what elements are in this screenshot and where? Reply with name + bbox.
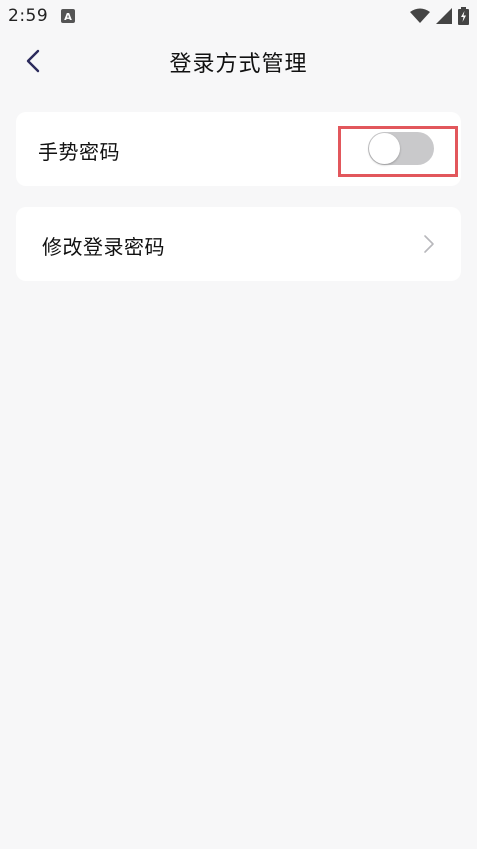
page-title: 登录方式管理 — [169, 52, 308, 77]
change-login-password-label: 修改登录密码 — [42, 235, 165, 259]
battery-charging-icon — [458, 7, 469, 25]
chevron-right-icon — [424, 235, 434, 253]
status-icons — [410, 6, 469, 26]
wifi-icon — [410, 8, 430, 23]
status-bar: 2:59 A — [0, 0, 477, 32]
app-header: 登录方式管理 — [0, 32, 477, 92]
toggle-knob — [369, 133, 400, 164]
gesture-password-label: 手势密码 — [38, 140, 120, 164]
gesture-password-toggle[interactable] — [368, 132, 434, 165]
status-time: 2:59 — [8, 6, 49, 26]
change-login-password-row[interactable]: 修改登录密码 — [16, 207, 461, 281]
svg-text:A: A — [64, 12, 72, 23]
signal-icon — [436, 8, 452, 24]
a-notification-icon: A — [61, 9, 75, 23]
